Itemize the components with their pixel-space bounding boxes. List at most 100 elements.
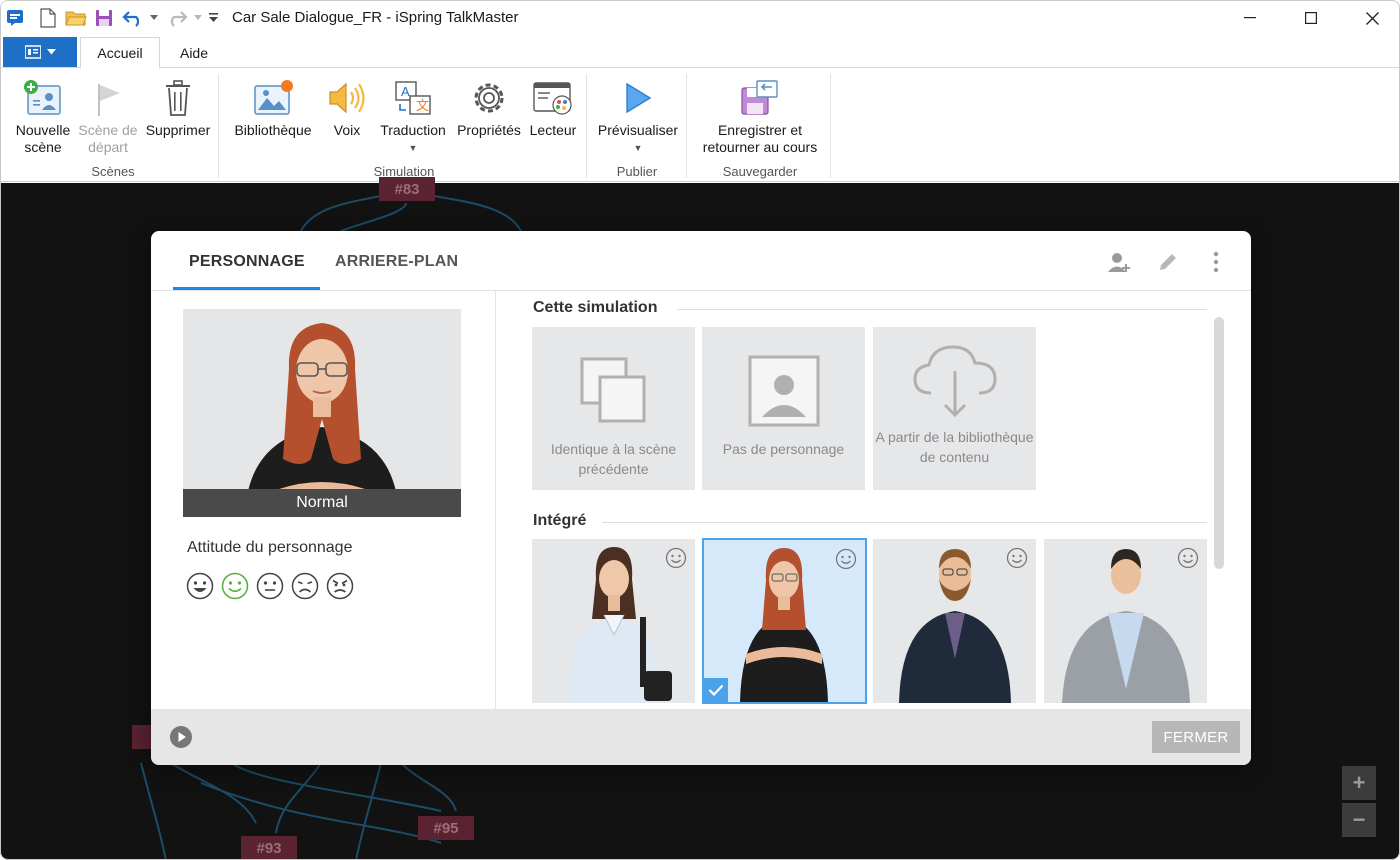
smile-face-icon[interactable] xyxy=(220,571,250,601)
tab-aide[interactable]: Aide xyxy=(165,37,223,69)
section-title-integrated: Intégré xyxy=(533,512,597,530)
redo-icon[interactable] xyxy=(165,7,189,29)
group-divider xyxy=(830,74,831,178)
neutral-face-icon[interactable] xyxy=(255,571,285,601)
active-tab-indicator xyxy=(173,287,320,290)
new-file-icon[interactable] xyxy=(37,7,59,29)
save-return-button[interactable]: Enregistrer et retourner au cours xyxy=(693,76,827,156)
character-tile-man-beard-suit[interactable] xyxy=(873,539,1036,703)
new-scene-icon xyxy=(21,76,65,120)
start-scene-button[interactable]: Scène de départ xyxy=(75,76,141,156)
more-options-icon[interactable] xyxy=(1203,249,1229,275)
play-preview-icon[interactable] xyxy=(169,725,193,749)
group-divider xyxy=(686,74,687,178)
scene-node[interactable]: #95 xyxy=(418,816,474,840)
angry-face-icon[interactable] xyxy=(325,571,355,601)
player-icon xyxy=(531,76,575,120)
scrollbar-thumb[interactable] xyxy=(1214,317,1224,569)
group-label-save: Sauvegarder xyxy=(722,164,798,179)
player-label: Lecteur xyxy=(529,122,577,138)
attitude-smile-icon xyxy=(1177,547,1199,569)
character-library-pane: Cette simulation Identique à la scène pr… xyxy=(497,291,1251,709)
sad-face-icon[interactable] xyxy=(290,571,320,601)
library-button[interactable]: Bibliothèque xyxy=(227,76,319,139)
attitude-selector xyxy=(185,571,355,601)
window-title: Car Sale Dialogue_FR - iSpring TalkMaste… xyxy=(232,9,519,26)
preview-button[interactable]: Prévisualiser ▼ xyxy=(593,76,683,157)
voice-button[interactable]: Voix xyxy=(323,76,371,139)
scene-node[interactable]: #83 xyxy=(379,177,435,201)
character-tile-woman-blue-shirt[interactable] xyxy=(532,539,695,703)
duplicate-icon xyxy=(580,357,646,423)
new-scene-button[interactable]: Nouvelle scène xyxy=(11,76,75,156)
speaker-icon xyxy=(325,76,369,120)
library-label: Bibliothèque xyxy=(234,122,312,138)
player-button[interactable]: Lecteur xyxy=(527,76,579,139)
undo-dropdown-icon[interactable] xyxy=(147,7,161,29)
zoom-out-button[interactable]: − xyxy=(1342,803,1376,837)
play-icon xyxy=(616,76,660,120)
tile-caption: Identique à la scène précédente xyxy=(550,441,677,477)
tab-arriere-plan[interactable]: ARRIERE-PLAN xyxy=(335,253,458,271)
same-as-previous-tile[interactable]: Identique à la scène précédente xyxy=(532,327,695,490)
tile-caption: Pas de personnage xyxy=(722,441,845,457)
start-scene-label: Scène de départ xyxy=(78,122,138,155)
chevron-down-icon: ▼ xyxy=(633,143,643,153)
add-character-icon[interactable] xyxy=(1107,249,1133,275)
tab-accueil[interactable]: Accueil xyxy=(80,37,160,69)
ribbon: Nouvelle scène Scène de départ Supprimer… xyxy=(1,68,1399,182)
group-label-publish: Publier xyxy=(616,164,658,179)
dialog-footer: FERMER xyxy=(151,709,1251,765)
file-menu-button[interactable] xyxy=(3,37,77,67)
content-library-tile[interactable]: A partir de la bibliothèque de contenu xyxy=(873,327,1036,490)
app-logo-icon xyxy=(5,7,25,29)
scene-node[interactable]: #93 xyxy=(241,836,297,859)
character-preview: Normal xyxy=(183,309,461,517)
no-character-tile[interactable]: Pas de personnage xyxy=(702,327,865,490)
group-divider xyxy=(586,74,587,178)
section-title-this-simulation: Cette simulation xyxy=(533,299,668,317)
tab-personnage[interactable]: PERSONNAGE xyxy=(189,253,305,271)
library-icon xyxy=(251,76,295,120)
translation-label: Traduction xyxy=(380,122,446,138)
character-tile-woman-red-hair[interactable] xyxy=(702,538,867,704)
chevron-down-icon xyxy=(46,49,56,55)
title-bar: Car Sale Dialogue_FR - iSpring TalkMaste… xyxy=(1,1,1399,35)
trash-icon xyxy=(156,76,200,120)
maximize-button[interactable] xyxy=(1288,4,1334,32)
save-return-label: Enregistrer et retourner au cours xyxy=(702,122,818,155)
cloud-download-icon xyxy=(913,345,997,418)
close-window-button[interactable] xyxy=(1349,4,1395,32)
open-folder-icon[interactable] xyxy=(64,7,88,29)
translate-icon: A文 xyxy=(391,76,435,120)
properties-button[interactable]: Propriétés xyxy=(453,76,525,139)
customize-toolbar-icon[interactable] xyxy=(206,7,220,29)
section-divider xyxy=(677,309,1207,310)
close-dialog-button[interactable]: FERMER xyxy=(1152,721,1240,753)
save-icon[interactable] xyxy=(93,7,115,29)
redo-dropdown-icon[interactable] xyxy=(191,7,205,29)
svg-text:A: A xyxy=(401,84,410,99)
translation-button[interactable]: A文 Traduction ▼ xyxy=(375,76,451,157)
attitude-smile-icon xyxy=(665,547,687,569)
attitude-smile-icon xyxy=(835,548,857,570)
voice-label: Voix xyxy=(333,122,361,138)
section-divider xyxy=(602,522,1207,523)
character-tile-man-grey-blazer[interactable] xyxy=(1044,539,1207,703)
save-return-icon xyxy=(738,76,782,120)
gear-icon xyxy=(467,76,511,120)
zoom-in-button[interactable]: + xyxy=(1342,766,1376,800)
properties-label: Propriétés xyxy=(457,122,521,138)
start-flag-icon xyxy=(86,76,130,120)
minimize-button[interactable] xyxy=(1227,4,1273,32)
happy-face-icon[interactable] xyxy=(185,571,215,601)
attitude-name-label: Normal xyxy=(183,489,461,517)
selected-check-icon xyxy=(704,678,728,702)
pencil-icon[interactable] xyxy=(1155,249,1181,275)
delete-label: Supprimer xyxy=(145,122,211,138)
undo-icon[interactable] xyxy=(121,7,145,29)
app-window: Car Sale Dialogue_FR - iSpring TalkMaste… xyxy=(0,0,1400,860)
delete-button[interactable]: Supprimer xyxy=(141,76,215,139)
character-preview-pane: Normal Attitude du personnage xyxy=(151,291,496,709)
group-label-scenes: Scènes xyxy=(91,164,135,179)
